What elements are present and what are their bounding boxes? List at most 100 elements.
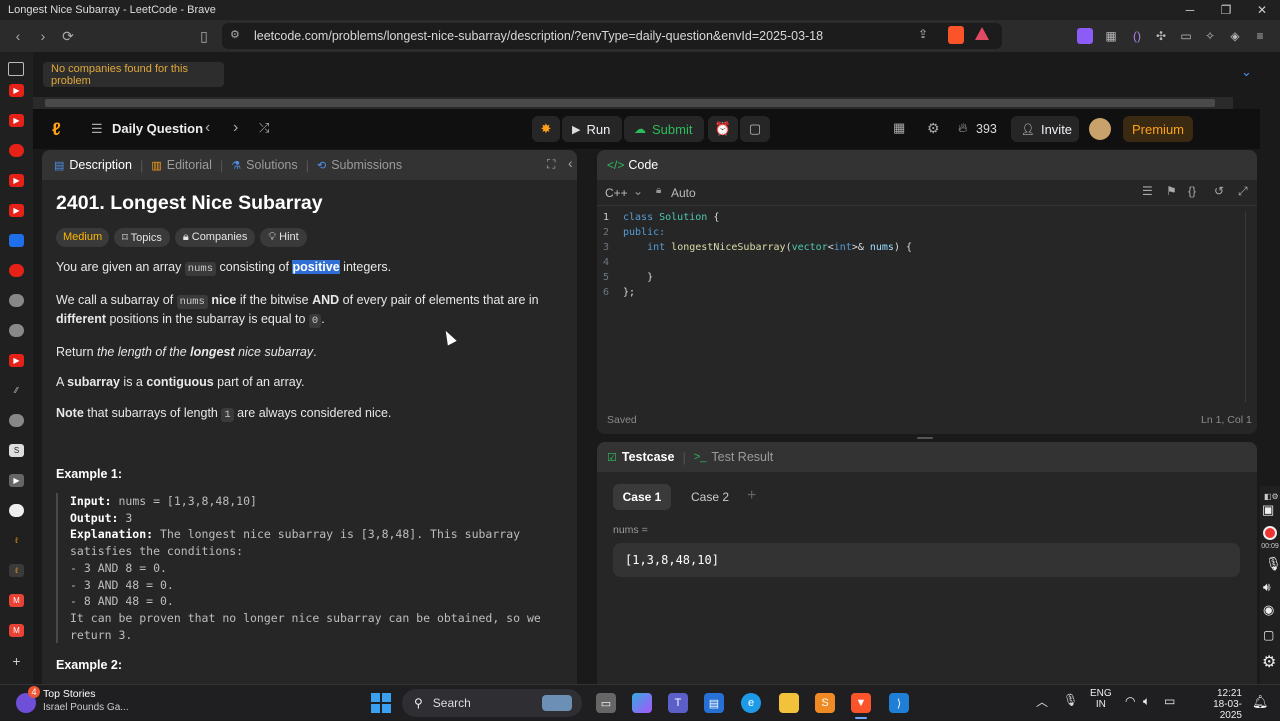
bookmark-icon[interactable]: ▯ (191, 23, 217, 49)
daily-question-link[interactable]: Daily Question (112, 121, 203, 136)
brave-shields-icon[interactable] (948, 26, 964, 44)
premium-button[interactable]: Premium (1123, 116, 1193, 142)
battery-icon[interactable]: ▭ (1164, 694, 1175, 708)
braces-icon[interactable]: {} (1188, 184, 1196, 198)
streak-fire-icon[interactable]: 🔥︎ (958, 120, 968, 136)
tab-description[interactable]: ▤ Description (42, 158, 140, 172)
gmail-icon[interactable]: M (9, 624, 24, 637)
speaker-icon[interactable]: 🔊︎ (1263, 580, 1271, 595)
wifi-icon[interactable]: ◠ (1125, 694, 1135, 708)
add-icon[interactable]: + (9, 653, 24, 669)
fullscreen-icon[interactable]: ⛶ (547, 157, 555, 172)
debug-icon[interactable]: ✸ (532, 116, 560, 142)
windows-start-icon[interactable] (371, 693, 391, 713)
maximize-button[interactable]: ❐ (1208, 0, 1244, 20)
language-select[interactable]: C++ (605, 186, 628, 200)
close-button[interactable]: ✕ (1244, 0, 1280, 20)
vscode-icon[interactable]: ⟩ (889, 693, 909, 713)
tab-editorial[interactable]: ▥ Editorial (143, 158, 220, 172)
link-icon[interactable]: ⁄⁄ (9, 384, 24, 397)
share-icon[interactable]: ⇪ (918, 27, 928, 41)
youtube-icon[interactable]: ▶ (9, 114, 24, 127)
reset-icon[interactable]: ↺ (1214, 184, 1224, 198)
globe-icon[interactable] (9, 324, 24, 337)
edge-icon[interactable]: e (741, 693, 761, 713)
auto-mode[interactable]: Auto (671, 186, 696, 200)
extension-m-icon[interactable] (1077, 28, 1093, 44)
file-explorer-icon[interactable] (779, 693, 799, 713)
webcam-icon[interactable]: ◉ (1263, 602, 1274, 618)
bookmark-icon[interactable]: ⚑ (1166, 184, 1177, 198)
tuf-icon[interactable] (9, 264, 24, 277)
site-info-icon[interactable]: ⚙ (230, 28, 240, 41)
code-editor[interactable]: 1 class Solution { 2 public: 3 int longest… (597, 212, 1237, 302)
extension-brackets-icon[interactable]: () (1127, 26, 1147, 46)
mic-tray-icon[interactable]: 🎙︎ (1063, 693, 1078, 707)
prev-problem-icon[interactable]: ‹ (205, 119, 210, 137)
expand-icon[interactable]: ⤢ (1238, 184, 1248, 199)
sidebar-toggle-icon[interactable] (8, 62, 24, 76)
youtube-icon[interactable]: ▶ (9, 174, 24, 187)
resize-handle[interactable] (917, 437, 933, 439)
avatar[interactable] (1089, 118, 1111, 140)
extension-icon[interactable]: ▦ (1101, 26, 1121, 46)
record-icon[interactable] (1263, 526, 1277, 540)
editor-scrollbar[interactable] (1245, 212, 1253, 402)
add-case-button[interactable]: + (747, 487, 756, 505)
wallet-icon[interactable]: ▭ (1176, 26, 1196, 46)
forward-icon[interactable]: › (30, 23, 56, 49)
reload-icon[interactable]: ⟳ (55, 23, 81, 49)
brave-rewards-icon[interactable] (975, 27, 989, 40)
menu-icon[interactable]: ≡ (1250, 26, 1270, 46)
tab-submissions[interactable]: ⟲ Submissions (309, 158, 410, 172)
youtube-icon[interactable]: ▶ (9, 84, 24, 97)
minimize-button[interactable]: ─ (1172, 0, 1208, 20)
settings-gear-icon[interactable]: ⚙ (927, 120, 940, 137)
settings-gear-icon[interactable]: ⚙ (1262, 652, 1276, 672)
chevron-down-icon[interactable]: ⌄ (1241, 64, 1252, 80)
store-icon[interactable]: ▤ (704, 693, 724, 713)
next-problem-icon[interactable]: › (233, 119, 238, 137)
back-icon[interactable]: ‹ (5, 23, 31, 49)
chevron-up-icon[interactable]: ︿ (1036, 693, 1048, 710)
copilot-icon[interactable] (632, 693, 652, 713)
globe-icon[interactable] (9, 294, 24, 307)
topics-chip[interactable]: ⌑ Topics (114, 228, 170, 247)
gmail-icon[interactable]: M (9, 594, 24, 607)
globe-icon[interactable] (9, 414, 24, 427)
address-bar[interactable]: ⚙ leetcode.com/problems/longest-nice-sub… (222, 23, 1002, 49)
invite-button[interactable]: 👤︎ Invite (1011, 116, 1079, 142)
tab-testcase[interactable]: ☑ Testcase (597, 450, 682, 464)
submit-button[interactable]: ☁ Submit (624, 116, 704, 142)
problem-list-icon[interactable]: ☰ (91, 121, 103, 137)
case-1-tab[interactable]: Case 1 (613, 484, 671, 510)
site-icon[interactable]: S (9, 444, 24, 457)
extensions-puzzle-icon[interactable]: ✣ (1151, 26, 1171, 46)
brave-icon[interactable]: ▼ (851, 693, 871, 713)
screen-icon[interactable]: ▢ (1263, 628, 1274, 642)
shuffle-icon[interactable]: ⤮ (259, 120, 269, 136)
task-view-icon[interactable]: ▭ (596, 693, 616, 713)
leetcode-logo-icon[interactable]: ℓ (52, 119, 61, 140)
youtube-icon[interactable]: ▶ (9, 354, 24, 367)
video-icon[interactable]: ▶ (9, 474, 24, 487)
run-button[interactable]: ▶ Run (562, 116, 622, 142)
notification-bell-icon[interactable]: 🔔︎ (1252, 694, 1269, 710)
chevron-down-icon[interactable]: ⌄ (633, 184, 643, 198)
horizontal-scrollbar[interactable] (33, 97, 1233, 109)
volume-icon[interactable]: 🔈︎ (1143, 694, 1150, 709)
leetcode-icon[interactable]: ℓ (9, 534, 24, 547)
format-icon[interactable]: ☰ (1142, 184, 1153, 198)
sublime-icon[interactable]: S (815, 693, 835, 713)
leo-ai-icon[interactable]: ✧ (1200, 26, 1220, 46)
news-subtitle[interactable]: Israel Pounds Ga... (43, 702, 129, 713)
layout-grid-icon[interactable]: ▦ (893, 120, 905, 136)
timer-icon[interactable]: ⏰ (708, 116, 738, 142)
tuf-icon[interactable] (9, 144, 24, 157)
language-indicator[interactable]: ENG IN (1090, 688, 1112, 710)
case-2-tab[interactable]: Case 2 (681, 484, 739, 510)
nums-input[interactable]: [1,3,8,48,10] (613, 543, 1240, 577)
camera-icon[interactable]: ▣ (1262, 502, 1274, 518)
tab-test-result[interactable]: >_ Test Result (686, 450, 781, 464)
tab-solutions[interactable]: ⚗ Solutions (223, 158, 305, 172)
